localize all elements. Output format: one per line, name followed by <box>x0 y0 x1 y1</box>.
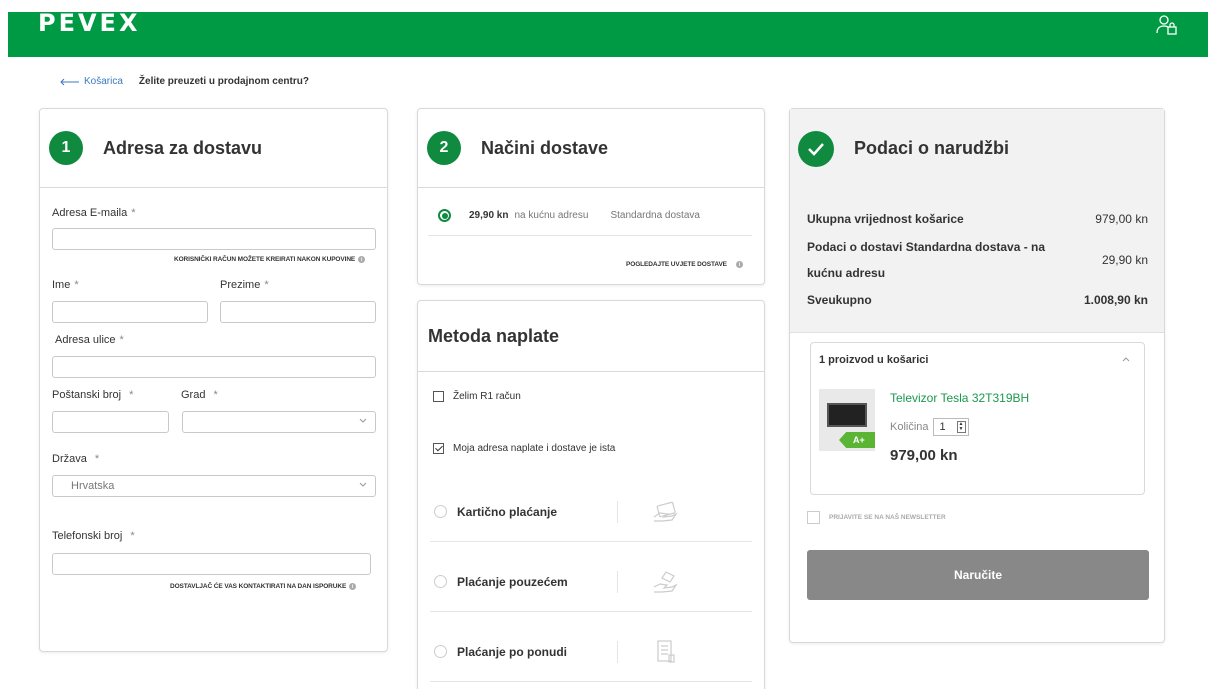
grand-total-row: Sveukupno 1.008,90 kn <box>807 293 1148 307</box>
payment-label: Kartično plaćanje <box>457 504 558 519</box>
payment-card-header: Metoda naplate <box>418 301 764 372</box>
top-header-bar: PEVEX <box>8 11 1208 57</box>
r1-checkbox[interactable] <box>433 391 444 402</box>
info-icon[interactable]: i <box>349 583 357 590</box>
postal-label: Poštanski broj * <box>52 389 134 401</box>
chevron-up-icon[interactable] <box>1122 356 1130 362</box>
shipping-radio-selected[interactable] <box>438 209 451 222</box>
cart-header: 1 proizvod u košarici <box>819 354 929 366</box>
newsletter-checkbox[interactable] <box>807 511 820 524</box>
payment-method-card: Metoda naplate Želim R1 račun Moja adres… <box>417 300 765 689</box>
pevex-logo[interactable]: PEVEX <box>38 11 140 35</box>
same-address-checkbox[interactable] <box>433 443 444 454</box>
payment-label: Plaćanje po ponudi <box>457 644 568 659</box>
divider <box>617 500 618 523</box>
same-address-option[interactable]: Moja adresa naplate i dostave je ista <box>433 443 615 454</box>
cash-hand-icon <box>653 570 678 593</box>
product-name-link[interactable]: Televizor Tesla 32T319BH <box>890 391 1029 405</box>
energy-label: A+ <box>839 432 875 448</box>
chevron-down-icon <box>359 418 367 423</box>
shipping-methods-card: 2 Načini dostave 29,90 kn na kućnu adres… <box>417 108 765 285</box>
payment-radio[interactable] <box>434 645 447 658</box>
cart-total-row: Ukupna vrijednost košarice 979,00 kn <box>807 212 1148 226</box>
last-name-field[interactable] <box>220 301 376 323</box>
back-label: Košarica <box>84 76 123 87</box>
newsletter-label: PRIJAVITE SE NA NAŠ NEWSLETTER <box>829 514 946 521</box>
payment-title: Metoda naplate <box>428 325 560 346</box>
city-label: Grad * <box>181 389 218 401</box>
quantity-control: Količina 1 ▲ ▼ <box>890 418 969 436</box>
shipping-price: 29,90 kn <box>469 210 509 221</box>
product-image[interactable]: A+ <box>819 389 875 451</box>
city-select[interactable] <box>182 411 376 433</box>
country-select[interactable]: Hrvatska <box>52 475 376 497</box>
delivery-address-card: 1 Adresa za dostavu Adresa E-maila * KORI… <box>39 108 388 652</box>
address-title: Adresa za dostavu <box>103 137 263 158</box>
first-name-field[interactable] <box>52 301 208 323</box>
quantity-stepper[interactable]: 1 ▲ ▼ <box>932 418 969 436</box>
submit-order-button[interactable]: Naručite <box>807 550 1149 600</box>
info-icon[interactable]: i <box>358 256 366 263</box>
newsletter-option[interactable]: PRIJAVITE SE NA NAŠ NEWSLETTER <box>807 511 946 524</box>
r1-label: Želim R1 račun <box>453 391 521 402</box>
product-price: 979,00 kn <box>890 447 958 464</box>
breadcrumb: Košarica Želite preuzeti u prodajnom cen… <box>60 76 309 87</box>
step-number-2: 2 <box>427 131 461 165</box>
address-card-header: 1 Adresa za dostavu <box>40 109 387 188</box>
payment-option-cod[interactable]: Plaćanje pouzećem <box>430 552 752 612</box>
back-to-cart-link[interactable]: Košarica <box>60 76 123 87</box>
step-number-1: 1 <box>49 131 83 165</box>
shipping-title: Načini dostave <box>481 137 609 158</box>
phone-field[interactable] <box>52 553 371 575</box>
country-value: Hrvatska <box>71 480 115 492</box>
divider <box>617 570 618 593</box>
payment-radio[interactable] <box>434 505 447 518</box>
cart-items-box: 1 proizvod u košarici A+ Televizor Tesla… <box>810 342 1145 495</box>
shipping-card-header: 2 Načini dostave <box>418 109 764 188</box>
divider <box>617 640 618 663</box>
postal-code-field[interactable] <box>52 411 169 433</box>
spinner-arrows-icon[interactable]: ▲ ▼ <box>956 421 966 433</box>
payment-option-quote[interactable]: Plaćanje po ponudi <box>430 622 752 682</box>
first-name-label: Ime * <box>52 279 79 291</box>
shipping-where: na kućnu adresu <box>514 210 589 221</box>
street-label: Adresa ulice * <box>55 334 124 346</box>
shipping-terms-link[interactable]: POGLEDAJTE UVJETE DOSTAVE <box>626 261 727 268</box>
order-card-header: Podaci o narudžbi <box>790 109 1164 188</box>
phone-hint: DOSTAVLJAČ ĆE VAS KONTAKTIRATI NA DAN IS… <box>170 583 357 590</box>
order-title: Podaci o narudžbi <box>854 138 1010 158</box>
last-name-label: Prezime * <box>220 279 269 291</box>
order-totals: Ukupna vrijednost košarice 979,00 kn Pod… <box>790 188 1164 333</box>
payment-label: Plaćanje pouzećem <box>457 574 568 589</box>
r1-invoice-option[interactable]: Želim R1 račun <box>433 391 521 402</box>
pickup-store-link[interactable]: Želite preuzeti u prodajnom centru? <box>139 76 309 87</box>
account-hint: KORISNIČKI RAČUN MOŽETE KREIRATI NAKON K… <box>174 256 366 263</box>
shipping-type: Standardna dostava <box>610 210 700 221</box>
shipping-option-standard[interactable]: 29,90 kn na kućnu adresu Standardna dost… <box>438 209 700 222</box>
payment-radio[interactable] <box>434 575 447 588</box>
card-payment-icon <box>653 501 678 522</box>
chevron-down-icon <box>359 482 367 487</box>
arrow-left-icon <box>60 78 79 85</box>
quantity-label: Količina <box>890 421 929 433</box>
phone-label: Telefonski broj * <box>52 530 135 542</box>
document-icon <box>657 639 675 663</box>
payment-option-card[interactable]: Kartično plaćanje <box>430 482 752 542</box>
email-label: Adresa E-maila * <box>52 207 136 219</box>
country-label: Država * <box>52 453 100 465</box>
info-icon[interactable]: i <box>735 261 743 268</box>
user-icon[interactable] <box>1156 14 1178 36</box>
shipping-cost-row: Podaci o dostavi Standardna dostava - na… <box>807 240 1148 280</box>
email-field[interactable] <box>52 228 376 250</box>
tv-thumbnail <box>827 403 867 427</box>
divider <box>428 235 752 236</box>
checkmark-icon <box>798 130 834 167</box>
shipping-terms: POGLEDAJTE UVJETE DOSTAVE i <box>626 261 743 268</box>
order-summary-card: Podaci o narudžbi Ukupna vrijednost koša… <box>789 108 1165 643</box>
street-field[interactable] <box>52 356 376 378</box>
same-address-label: Moja adresa naplate i dostave je ista <box>453 443 616 454</box>
